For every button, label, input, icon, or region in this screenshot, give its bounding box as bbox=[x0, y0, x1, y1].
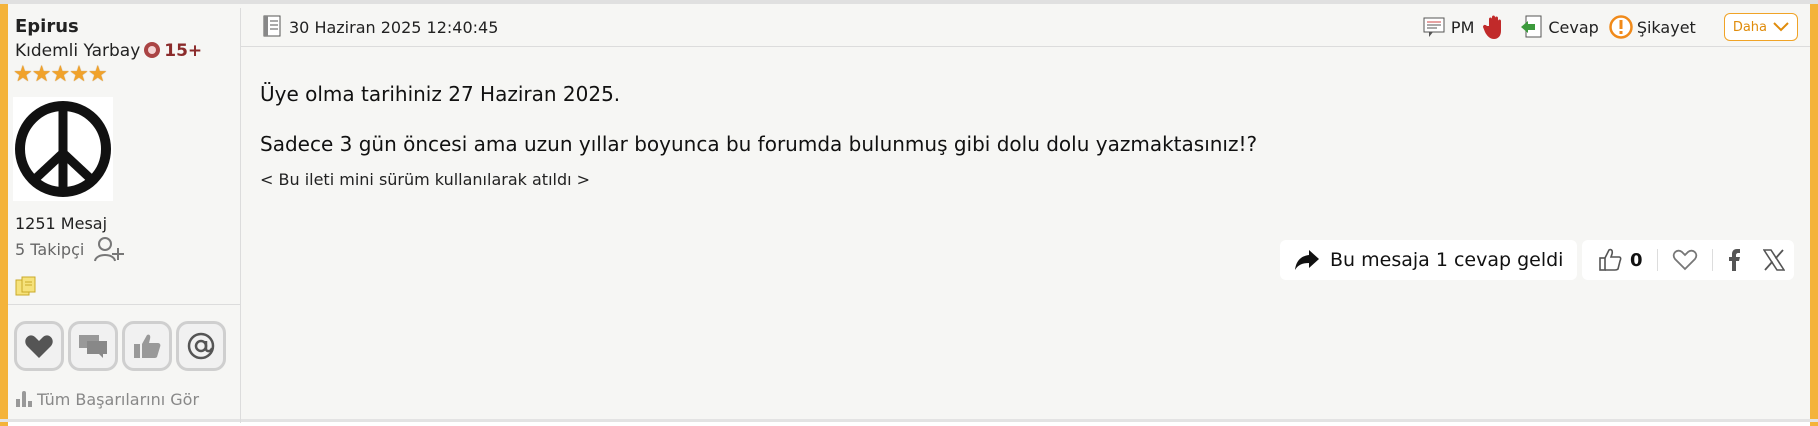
mention-badge-icon[interactable] bbox=[176, 321, 226, 371]
follower-count[interactable]: 5 Takipçi bbox=[15, 240, 84, 259]
post-actions: PM Cevap Şikayet Daha bbox=[1415, 13, 1798, 41]
rank-level: 15+ bbox=[164, 41, 203, 61]
post-header: 30 Haziran 2025 12:40:45 PM Cevap Şikaye… bbox=[241, 8, 1810, 47]
username-link[interactable]: Epirus bbox=[15, 16, 79, 37]
chevron-down-icon bbox=[1773, 22, 1789, 32]
rank-title: Kıdemli Yarbay bbox=[15, 41, 141, 61]
pm-button[interactable]: PM bbox=[1423, 16, 1474, 38]
user-sidebar: Epirus Kıdemli Yarbay 15+ ★★★★★ 1251 Mesa… bbox=[8, 8, 241, 423]
x-share-button[interactable] bbox=[1762, 249, 1785, 271]
warning-icon bbox=[1609, 15, 1633, 39]
mobile-version-note: < Bu ileti mini sürüm kullanılarak atıld… bbox=[260, 170, 591, 189]
message-count[interactable]: 1251 Mesaj bbox=[15, 214, 107, 233]
x-icon bbox=[1762, 249, 1785, 271]
report-label: Şikayet bbox=[1636, 17, 1696, 37]
replies-link[interactable]: Bu mesaja 1 cevap geldi bbox=[1280, 240, 1578, 280]
comments-badge-icon[interactable] bbox=[68, 321, 118, 371]
replies-text: Bu mesaja 1 cevap geldi bbox=[1330, 249, 1564, 271]
report-button[interactable]: Şikayet bbox=[1609, 15, 1696, 39]
reactions-bar: 0 bbox=[1582, 240, 1794, 280]
all-achievements-link[interactable]: Tüm Başarılarını Gör bbox=[15, 390, 199, 409]
like-button[interactable]: 0 bbox=[1598, 248, 1643, 272]
user-rank: Kıdemli Yarbay 15+ bbox=[15, 41, 202, 61]
share-arrow-icon bbox=[1295, 250, 1319, 270]
reactions-separator bbox=[1711, 249, 1713, 271]
follow-user-icon[interactable] bbox=[94, 236, 124, 264]
document-icon bbox=[263, 15, 281, 37]
thumbs-up-badge-icon[interactable] bbox=[122, 321, 172, 371]
achievement-badges bbox=[14, 321, 226, 371]
post-body: Üye olma tarihiniz 27 Haziran 2025. Sade… bbox=[260, 82, 1257, 189]
reply-button[interactable]: Cevap bbox=[1520, 15, 1599, 39]
like-count: 0 bbox=[1630, 249, 1643, 271]
bar-chart-icon bbox=[16, 391, 32, 407]
stop-hand-icon bbox=[1483, 15, 1502, 39]
reply-label: Cevap bbox=[1548, 17, 1599, 37]
heart-badge-icon[interactable] bbox=[14, 321, 64, 371]
sidebar-divider bbox=[8, 304, 240, 305]
avatar[interactable] bbox=[13, 97, 113, 201]
medal-icon bbox=[144, 42, 161, 58]
rank-stars: ★★★★★ bbox=[13, 62, 108, 87]
thumbs-up-icon bbox=[1599, 248, 1622, 271]
reactions-separator bbox=[1656, 249, 1658, 271]
more-label: Daha bbox=[1732, 19, 1767, 35]
forum-post: Epirus Kıdemli Yarbay 15+ ★★★★★ 1251 Mesa… bbox=[0, 0, 1818, 426]
right-accent-bar bbox=[1810, 4, 1818, 426]
block-button[interactable] bbox=[1482, 14, 1512, 40]
facebook-icon bbox=[1728, 249, 1740, 271]
heart-icon bbox=[1672, 249, 1697, 271]
reply-icon bbox=[1521, 15, 1542, 38]
all-achievements-label: Tüm Başarılarını Gör bbox=[37, 390, 200, 409]
left-accent-bar bbox=[0, 4, 8, 426]
more-button[interactable]: Daha bbox=[1723, 13, 1798, 41]
post-text-line-2: Sadece 3 gün öncesi ama uzun yıllar boyu… bbox=[260, 132, 1258, 156]
post-date[interactable]: 30 Haziran 2025 12:40:45 bbox=[289, 18, 498, 37]
facebook-share-button[interactable] bbox=[1727, 249, 1741, 271]
pm-icon bbox=[1423, 17, 1445, 37]
copy-icon[interactable] bbox=[15, 276, 37, 298]
post-text-line-1: Üye olma tarihiniz 27 Haziran 2025. bbox=[260, 82, 621, 106]
pm-label: PM bbox=[1450, 17, 1475, 37]
favorite-button[interactable] bbox=[1672, 249, 1698, 271]
